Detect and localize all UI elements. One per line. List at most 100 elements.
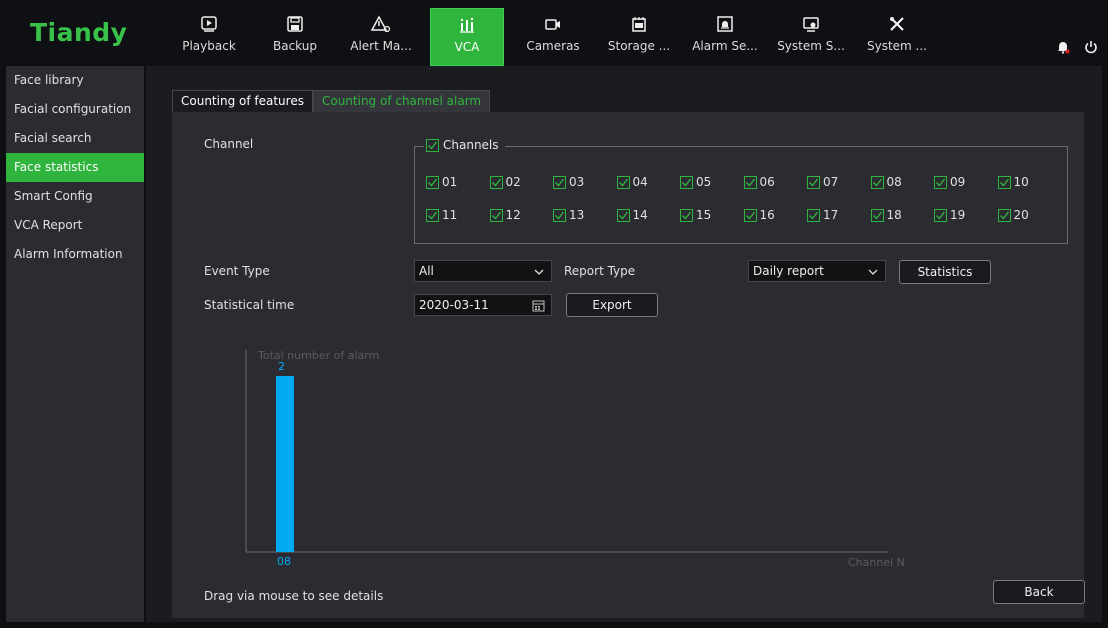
channel-checkbox-08[interactable]: 08 [870,175,902,189]
power-icon[interactable] [1084,40,1098,57]
nav-system-settings[interactable]: System S... [774,8,848,66]
channel-label: 10 [1013,175,1029,189]
nav-system-maintenance[interactable]: System ... [860,8,934,66]
channel-label: 03 [569,175,585,189]
channel-checkbox-02[interactable]: 02 [489,175,521,189]
channel-label: 17 [823,208,839,222]
checkbox-checked-icon [743,175,757,189]
sidebar-item-face-library[interactable]: Face library [6,66,144,95]
nav-label: Backup [273,39,317,53]
channel-checkbox-17[interactable]: 17 [807,208,838,222]
channel-checkbox-05[interactable]: 05 [680,175,711,189]
channel-checkbox-19[interactable]: 19 [934,208,965,222]
vca-icon [457,15,477,35]
sidebar-item-facial-search[interactable]: Facial search [6,124,144,153]
checkbox-checked-icon [997,175,1011,189]
channel-label: 08 [886,175,902,189]
back-button[interactable]: Back [993,580,1085,604]
nav-label: Alarm Se... [692,39,758,53]
bell-icon[interactable] [1056,40,1070,57]
channel-checkbox-07[interactable]: 07 [807,175,838,189]
statistics-button[interactable]: Statistics [899,260,991,284]
tab-counting-of-channel-alarm[interactable]: Counting of channel alarm [312,90,491,112]
channel-checkbox-11[interactable]: 11 [426,208,457,222]
nav-alert-management[interactable]: Alert Ma... [344,8,418,66]
channel-label: 02 [505,175,521,189]
nav-backup[interactable]: Backup [258,8,332,66]
chevron-down-icon [533,264,545,284]
checkbox-checked-icon [934,208,947,222]
channel-label: 07 [823,175,839,189]
bar-08[interactable] [276,376,294,552]
report-type-select[interactable]: Daily report [748,260,886,282]
camera-icon [543,14,563,34]
nav-label: Cameras [526,39,580,53]
sidebar-item-alarm-information[interactable]: Alarm Information [6,240,144,269]
report-type-value: Daily report [753,264,824,278]
nav-storage[interactable]: Storage ... [602,8,676,66]
checkbox-checked-icon [553,175,566,189]
channel-checkbox-16[interactable]: 16 [743,208,775,222]
channel-checkbox-13[interactable]: 13 [553,208,584,222]
event-type-select[interactable]: All [414,260,552,282]
checkbox-checked-icon [553,208,566,222]
checkbox-checked-icon [489,208,503,222]
statistical-time-value: 2020-03-11 [419,298,489,312]
nav-label: System ... [866,39,927,53]
tools-icon [887,14,907,34]
sidebar-item-vca-report[interactable]: VCA Report [6,211,144,240]
checkbox-checked-icon [680,175,693,189]
channel-label: 12 [505,208,521,222]
channel-label: 09 [950,175,966,189]
channel-checkbox-01[interactable]: 01 [426,175,457,189]
checkbox-checked-icon [680,208,693,222]
channel-checkbox-12[interactable]: 12 [489,208,521,222]
sidebar-item-face-statistics[interactable]: Face statistics [6,153,144,182]
channel-label: 18 [886,208,902,222]
channel-label: Channel [204,137,254,151]
channel-label: 13 [569,208,585,222]
sidebar-item-facial-configuration[interactable]: Facial configuration [6,95,144,124]
nav-cameras[interactable]: Cameras [516,8,590,66]
channel-label: 20 [1013,208,1029,222]
channel-label: 01 [442,175,458,189]
channel-label: 11 [442,208,458,222]
nav-label: Alert Ma... [350,39,412,53]
channel-checkbox-18[interactable]: 18 [870,208,902,222]
channel-label: 19 [950,208,966,222]
checkbox-checked-icon [807,208,820,222]
alarm-settings-icon [715,14,735,34]
chevron-down-icon [867,264,879,284]
playback-icon [199,14,219,34]
report-type-label: Report Type [564,264,636,278]
channel-checkbox-04[interactable]: 04 [616,175,648,189]
checkbox-checked-icon [934,175,947,189]
channel-checkbox-14[interactable]: 14 [616,208,648,222]
channel-checkbox-03[interactable]: 03 [553,175,584,189]
channel-label: 05 [696,175,712,189]
channel-checkbox-10[interactable]: 10 [997,175,1029,189]
channels-select-all[interactable]: Channels [424,138,505,152]
channel-label: 04 [632,175,648,189]
statistical-time-label: Statistical time [204,298,295,312]
export-button[interactable]: Export [566,293,658,317]
nav-alarm-settings[interactable]: Alarm Se... [688,8,762,66]
sidebar: Face library Facial configuration Facial… [6,66,144,622]
alert-icon [371,14,391,34]
system-settings-icon [801,14,821,34]
channel-checkbox-20[interactable]: 20 [997,208,1029,222]
nav-playback[interactable]: Playback [172,8,246,66]
main-content: Counting of features Counting of channel… [146,66,1102,622]
sidebar-item-smart-config[interactable]: Smart Config [6,182,144,211]
tab-counting-of-features[interactable]: Counting of features [172,90,313,112]
calendar-icon[interactable] [532,298,545,318]
checkbox-checked-icon [426,175,439,189]
channel-checkbox-06[interactable]: 06 [743,175,775,189]
nav-vca[interactable]: VCA [430,8,504,66]
checkbox-checked-icon [743,208,757,222]
statistical-time-input[interactable]: 2020-03-11 [414,294,552,316]
channel-checkbox-09[interactable]: 09 [934,175,965,189]
nav-label: VCA [454,40,480,54]
channel-checkbox-15[interactable]: 15 [680,208,711,222]
channel-label: 06 [759,175,775,189]
